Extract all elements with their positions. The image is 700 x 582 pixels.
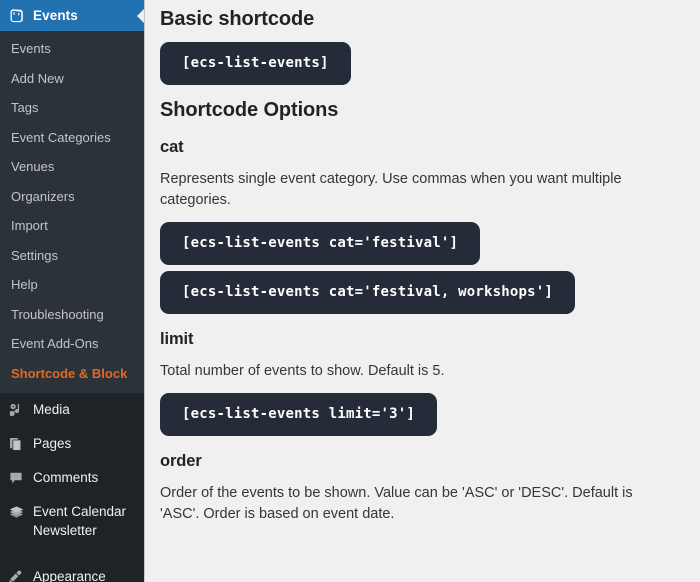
shortcode-documentation-panel: Basic shortcode [ecs-list-events] Shortc… — [145, 0, 700, 582]
events-calendar-icon — [6, 6, 26, 26]
sidebar-item-event-add-ons[interactable]: Event Add-Ons — [0, 329, 145, 359]
option-description-limit: Total number of events to show. Default … — [160, 363, 445, 379]
sidebar-separator — [0, 548, 145, 560]
code-snippet[interactable]: [ecs-list-events] — [160, 42, 351, 85]
option-description-order: Order of the events to be shown. Value c… — [160, 485, 633, 522]
media-icon — [6, 400, 26, 420]
sidebar-menu-appearance-label: Appearance — [33, 568, 106, 582]
sidebar-item-import[interactable]: Import — [0, 211, 145, 241]
sidebar-menu-comments-label: Comments — [33, 469, 99, 485]
sidebar-submenu-events: Events Add New Tags Event Categories Ven… — [0, 31, 145, 393]
basic-shortcode-heading: Basic shortcode — [160, 8, 315, 30]
option-cat-code-block-2: [ecs-list-events cat='festival, workshop… — [160, 265, 700, 314]
code-snippet[interactable]: [ecs-list-events cat='festival, workshop… — [160, 271, 576, 314]
sidebar-menu-pages[interactable]: Pages — [0, 427, 145, 461]
code-snippet[interactable]: [ecs-list-events limit='3'] — [160, 393, 437, 436]
pages-icon — [6, 434, 26, 454]
option-heading-order: order — [160, 452, 202, 470]
sidebar-item-shortcode-and-block[interactable]: Shortcode & Block — [0, 359, 145, 389]
basic-shortcode-code-block: [ecs-list-events] — [160, 31, 700, 85]
sidebar-menu-comments[interactable]: Comments — [0, 461, 145, 495]
sidebar-menu-events[interactable]: Events — [0, 0, 145, 31]
sidebar-item-settings[interactable]: Settings — [0, 241, 145, 271]
sidebar-menu-event-calendar-newsletter[interactable]: Event Calendar Newsletter — [0, 495, 145, 548]
sidebar-item-troubleshooting[interactable]: Troubleshooting — [0, 300, 145, 330]
option-heading-cat: cat — [160, 138, 184, 156]
code-snippet[interactable]: [ecs-list-events cat='festival'] — [160, 222, 481, 265]
wordpress-admin-screen: Events Events Add New Tags Event Categor… — [0, 0, 700, 582]
sidebar-item-organizers[interactable]: Organizers — [0, 182, 145, 212]
sidebar-menu-media[interactable]: Media — [0, 393, 145, 427]
admin-sidebar: Events Events Add New Tags Event Categor… — [0, 0, 145, 582]
sidebar-menu-events-label: Events — [33, 8, 78, 23]
newsletter-icon — [6, 502, 26, 522]
sidebar-item-tags[interactable]: Tags — [0, 93, 145, 123]
shortcode-options-heading: Shortcode Options — [160, 99, 339, 121]
sidebar-item-event-categories[interactable]: Event Categories — [0, 123, 145, 153]
option-cat-code-block-1: [ecs-list-events cat='festival'] — [160, 211, 700, 265]
sidebar-item-events[interactable]: Events — [0, 34, 145, 64]
sidebar-menu-pages-label: Pages — [33, 435, 72, 451]
appearance-brush-icon — [6, 567, 26, 582]
option-description-cat: Represents single event category. Use co… — [160, 171, 622, 208]
sidebar-item-help[interactable]: Help — [0, 270, 145, 300]
sidebar-menu-event-calendar-newsletter-label: Event Calendar Newsletter — [33, 503, 127, 539]
option-heading-limit: limit — [160, 330, 194, 348]
sidebar-item-venues[interactable]: Venues — [0, 152, 145, 182]
comments-icon — [6, 468, 26, 488]
sidebar-menu-appearance[interactable]: Appearance — [0, 560, 145, 582]
sidebar-menu-media-label: Media — [33, 401, 70, 417]
option-limit-code-block-1: [ecs-list-events limit='3'] — [160, 382, 700, 436]
sidebar-item-add-new[interactable]: Add New — [0, 64, 145, 94]
